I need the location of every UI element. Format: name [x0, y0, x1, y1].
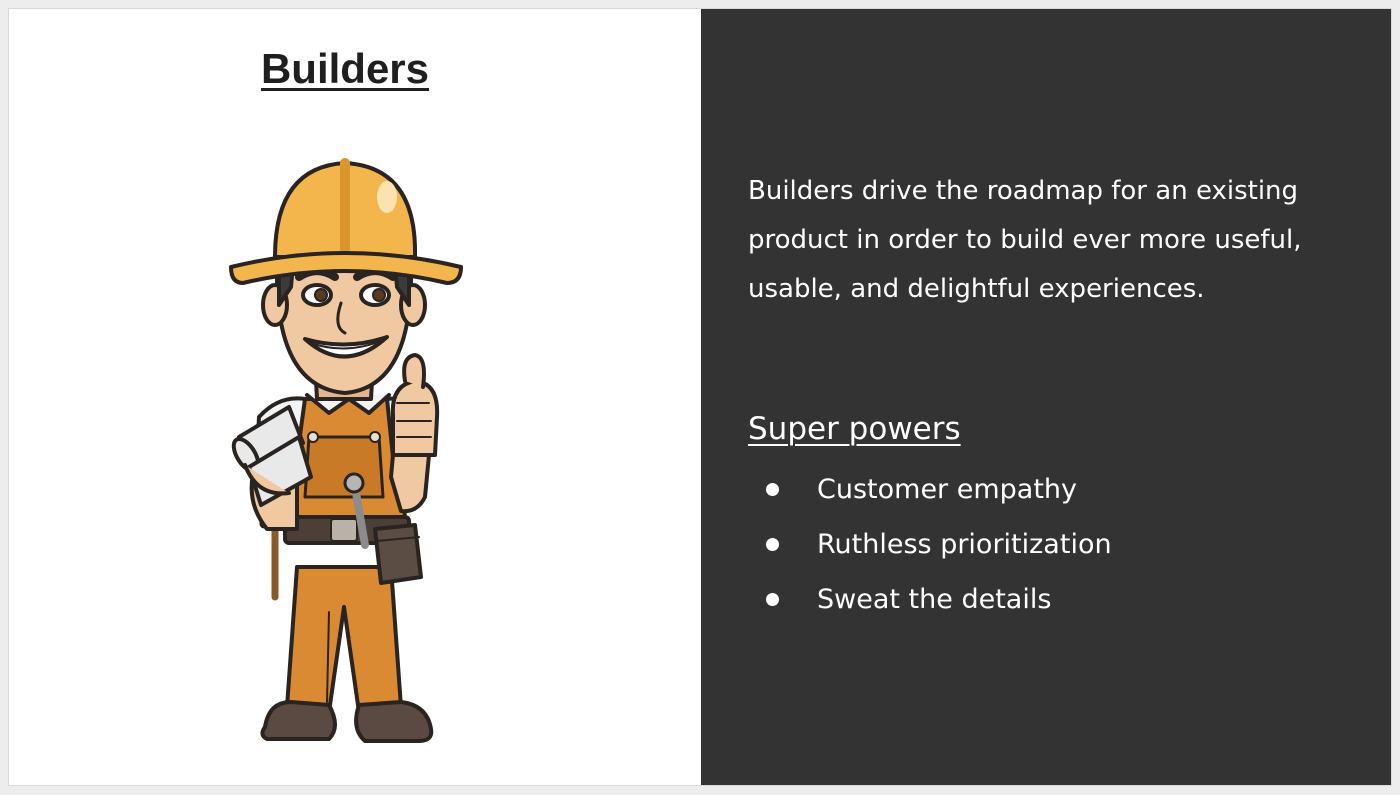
list-item-label: Ruthless prioritization [817, 529, 1112, 560]
super-powers-heading: Super powers [748, 411, 961, 447]
list-item: Sweat the details [748, 577, 1112, 632]
slide: Builders Builders drive the roadmap for … [8, 8, 1392, 786]
builder-illustration [229, 158, 463, 743]
bullet-icon [766, 593, 779, 606]
list-item-label: Customer empathy [817, 474, 1078, 505]
bullet-icon [766, 483, 779, 496]
list-item-label: Sweat the details [817, 584, 1052, 615]
right-panel: Builders drive the roadmap for an existi… [701, 9, 1391, 785]
slide-title: Builders [260, 45, 430, 92]
list-item: Ruthless prioritization [748, 522, 1112, 577]
builders-description: Builders drive the roadmap for an existi… [748, 176, 1302, 304]
bullet-icon [766, 538, 779, 551]
super-powers-list: Customer empathy Ruthless prioritization… [748, 467, 1112, 632]
list-item: Customer empathy [748, 467, 1112, 522]
left-panel: Builders [9, 9, 701, 785]
